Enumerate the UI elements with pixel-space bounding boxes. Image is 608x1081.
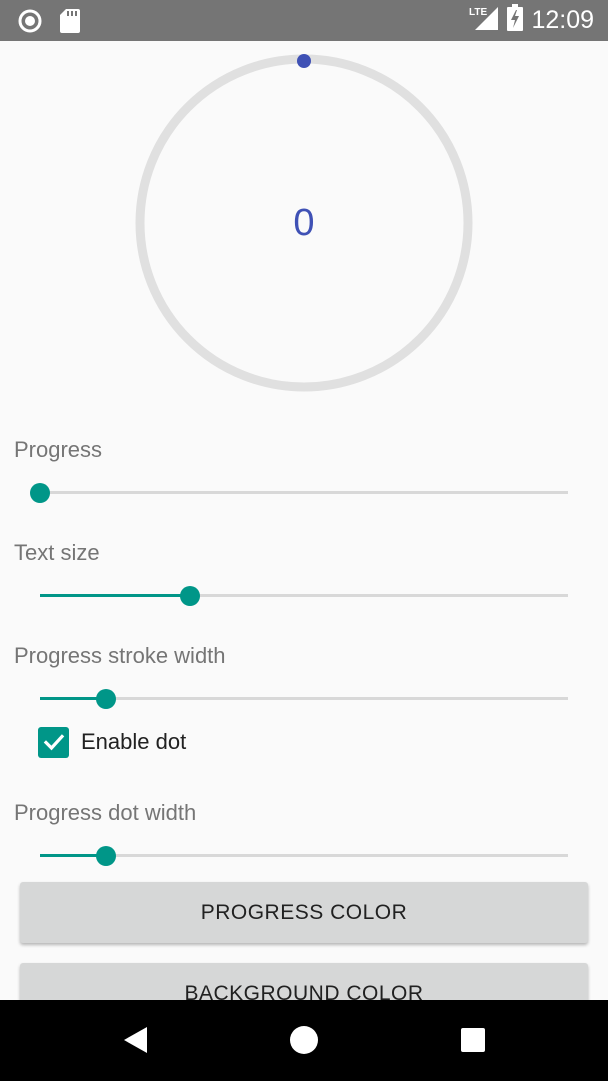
dot-width-label: Progress dot width xyxy=(14,800,197,825)
status-right-icons: LTE 12:09 xyxy=(469,4,594,36)
navigation-bar xyxy=(0,1000,608,1081)
battery-charging-icon xyxy=(507,4,524,36)
text-size-slider-fill xyxy=(40,594,191,597)
checkmark-icon xyxy=(43,734,64,751)
dot-width-slider[interactable] xyxy=(40,841,568,871)
progress-dot xyxy=(297,54,311,68)
stroke-width-slider-thumb[interactable] xyxy=(96,689,116,709)
status-left-icons xyxy=(18,9,80,38)
dot-width-slider-track xyxy=(40,854,568,857)
progress-value-text: 0 xyxy=(293,202,315,244)
stroke-width-label: Progress stroke width xyxy=(14,643,226,668)
lte-signal-icon: LTE xyxy=(469,5,499,36)
enable-dot-checkbox[interactable] xyxy=(38,726,69,758)
back-icon[interactable] xyxy=(115,1020,155,1060)
stroke-width-slider[interactable] xyxy=(40,684,568,714)
progress-slider[interactable] xyxy=(30,478,568,508)
record-icon xyxy=(18,9,42,38)
progress-slider-thumb[interactable] xyxy=(30,483,50,503)
dot-width-slider-thumb[interactable] xyxy=(96,846,116,866)
stroke-width-slider-track xyxy=(40,697,568,700)
enable-dot-checkbox-row[interactable]: Enable dot xyxy=(38,726,186,758)
home-icon[interactable] xyxy=(284,1020,324,1060)
circular-progress-view: 0 xyxy=(133,52,475,394)
status-time: 12:09 xyxy=(531,6,594,34)
text-size-slider-thumb[interactable] xyxy=(180,586,201,606)
recents-icon[interactable] xyxy=(453,1020,493,1060)
enable-dot-label: Enable dot xyxy=(81,729,187,754)
progress-slider-track xyxy=(40,491,568,494)
text-size-slider[interactable] xyxy=(40,581,568,611)
text-size-label: Text size xyxy=(14,540,100,565)
network-type-label: LTE xyxy=(469,7,487,18)
sd-card-icon xyxy=(60,9,80,38)
status-bar: LTE 12:09 xyxy=(0,0,608,41)
progress-color-button[interactable]: PROGRESS COLOR xyxy=(20,882,588,943)
progress-label: Progress xyxy=(14,437,103,462)
